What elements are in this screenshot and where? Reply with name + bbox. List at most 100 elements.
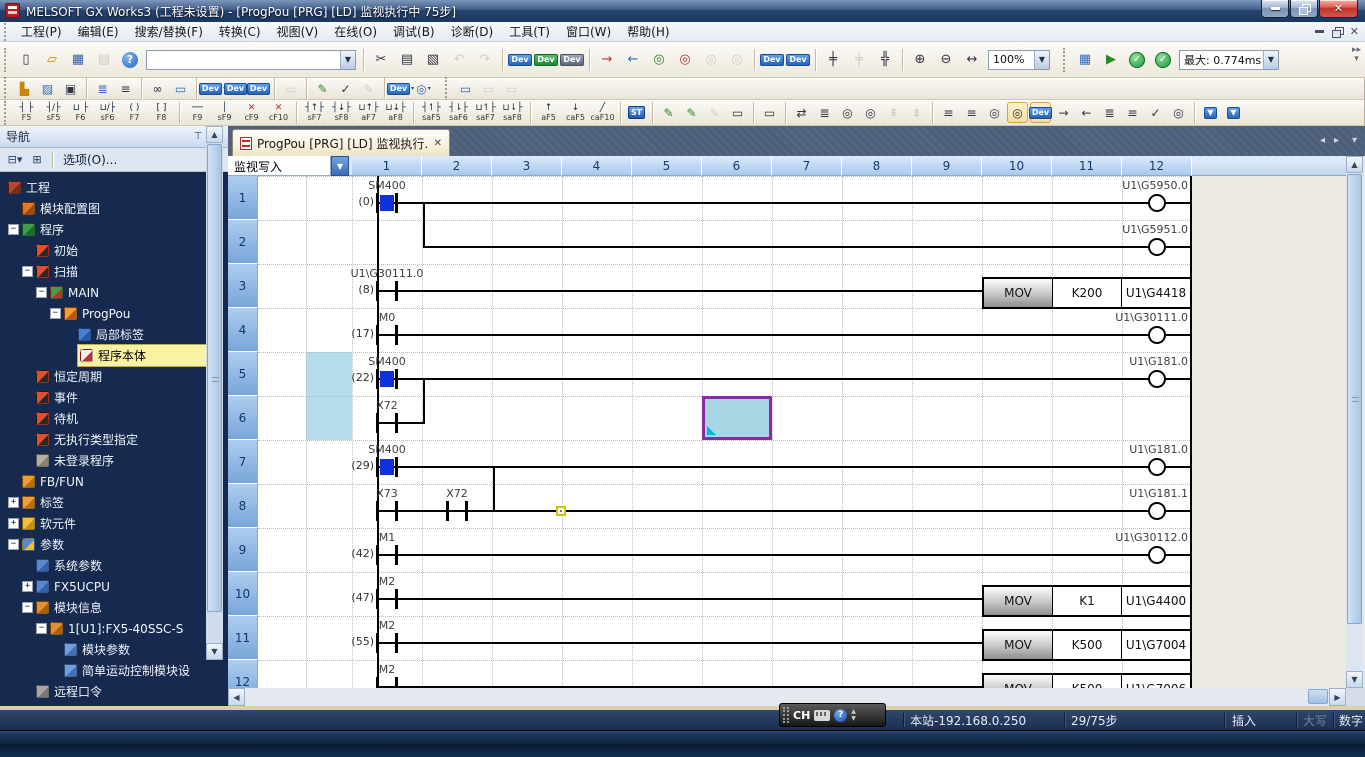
ime-options-icon[interactable]: ▲▼ bbox=[851, 708, 856, 722]
find-replace-device-icon[interactable]: ◎ bbox=[984, 102, 1005, 123]
contact-M2[interactable] bbox=[376, 633, 398, 653]
ime-help-icon[interactable]: ? bbox=[834, 709, 847, 722]
find-result-window-icon[interactable]: ▭ bbox=[170, 79, 191, 99]
contact-X73[interactable] bbox=[376, 501, 398, 521]
restore-button[interactable] bbox=[1290, 0, 1318, 18]
tree-expander-icon[interactable]: − bbox=[8, 539, 19, 550]
menu-9[interactable]: 工具(T) bbox=[501, 24, 558, 40]
edit-instruction-icon[interactable]: ✎ bbox=[704, 102, 725, 123]
help-icon[interactable]: ? bbox=[118, 48, 142, 72]
module-configuration-icon[interactable]: ▨ bbox=[37, 79, 58, 99]
insert-row-icon[interactable]: ⇞ bbox=[883, 102, 904, 123]
tab-scroll-right-icon[interactable]: ▸ bbox=[1334, 135, 1339, 146]
docking-window-2-icon[interactable]: ▭ bbox=[478, 79, 499, 99]
tree-expand-icon[interactable]: ⊞ bbox=[26, 150, 48, 170]
coil-U1\G30112.0[interactable] bbox=[1148, 546, 1166, 564]
instruction-box-MOV[interactable]: MOVK1U1\G4400 bbox=[982, 585, 1192, 617]
ladder-insert-mode-icon[interactable]: ╪ bbox=[847, 48, 871, 72]
selection-cursor[interactable] bbox=[702, 396, 772, 440]
tree-item-pou[interactable]: −ProgPou bbox=[0, 303, 228, 324]
menu-4[interactable]: 转换(C) bbox=[211, 24, 269, 40]
ladder-delete-h-line-button[interactable]: ✕cF9 bbox=[239, 101, 264, 125]
tree-expander-icon[interactable]: + bbox=[8, 518, 19, 529]
find-icon[interactable]: ∞ bbox=[147, 79, 168, 99]
scan-time-combo-arrow-icon[interactable]: ▼ bbox=[1263, 51, 1278, 69]
scroll-down-icon[interactable]: ▼ bbox=[1346, 671, 1363, 688]
ladder-h-line-button[interactable]: ──F9 bbox=[185, 101, 210, 125]
tree-item-label[interactable]: +标签 bbox=[0, 492, 228, 513]
window-disabled-icon[interactable]: ▭ bbox=[280, 79, 301, 99]
toolbar-overflow-icon[interactable]: ▸▸▾ bbox=[1352, 46, 1361, 64]
instruction-box-MOV[interactable]: MOVK200U1\G4418 bbox=[982, 277, 1192, 309]
tree-item-device[interactable]: +软元件 bbox=[0, 513, 228, 534]
ladder-result-invert-button[interactable]: ╱caF10 bbox=[590, 101, 615, 125]
tree-item-prog-group[interactable]: 恒定周期 bbox=[0, 366, 228, 387]
statement-navigation-icon[interactable]: ≡ bbox=[938, 102, 959, 123]
device-monitor-2-icon[interactable]: Dev bbox=[786, 48, 810, 72]
tab-scroll-left-icon[interactable]: ◂ bbox=[1320, 135, 1325, 146]
read-from-plc-icon[interactable]: Dev bbox=[534, 48, 558, 72]
zoom-combo[interactable]: 100%▼ bbox=[988, 50, 1050, 70]
monitor-cancel-icon[interactable]: ◎ bbox=[725, 48, 749, 72]
row-number-cell[interactable]: 3 bbox=[228, 264, 258, 308]
tree-item-prog-group[interactable]: 事件 bbox=[0, 387, 228, 408]
scroll-left-icon[interactable]: ◀ bbox=[228, 688, 245, 706]
coil-U1\G5950.0[interactable] bbox=[1148, 194, 1166, 212]
device-comment-icon[interactable]: Dev▾ bbox=[202, 79, 223, 99]
tree-item-main[interactable]: −MAIN bbox=[0, 282, 228, 303]
ladder-close-contact-button[interactable]: ┤/├sF5 bbox=[41, 101, 66, 125]
keyboard-icon[interactable] bbox=[814, 710, 830, 721]
run-monitor-icon[interactable]: ▶ bbox=[1099, 48, 1123, 72]
ime-drag-handle[interactable] bbox=[783, 707, 789, 723]
zoom-combo-arrow-icon[interactable]: ▼ bbox=[1034, 51, 1049, 69]
tree-expander-icon[interactable]: − bbox=[8, 224, 19, 235]
ladder-rising-branch-button[interactable]: ⊔↑├aF7 bbox=[356, 101, 381, 125]
delete-row-icon[interactable]: ⇟ bbox=[906, 102, 927, 123]
quick-access-combo[interactable]: ▼ bbox=[146, 50, 356, 70]
print-icon[interactable]: ▤ bbox=[92, 48, 116, 72]
coil-U1\G30111.0[interactable] bbox=[1148, 326, 1166, 344]
ladder-rising-neg-branch-button[interactable]: ⊔↿├saF7 bbox=[473, 101, 498, 125]
monitor-on-editor-icon[interactable]: ◎ bbox=[1007, 102, 1028, 123]
watch-window-icon[interactable]: ▦ bbox=[1073, 48, 1097, 72]
monitor-stop-icon[interactable]: ◎ bbox=[673, 48, 697, 72]
ladder-falling-neg-branch-button[interactable]: ⊔⇂├saF8 bbox=[500, 101, 525, 125]
row-number-cell[interactable]: 4 bbox=[228, 308, 258, 352]
tree-expander-icon[interactable]: − bbox=[22, 266, 33, 277]
v-scroll-thumb[interactable] bbox=[1347, 174, 1362, 624]
menu-6[interactable]: 在线(O) bbox=[326, 24, 385, 40]
write-to-plc-icon[interactable]: Dev bbox=[508, 48, 532, 72]
tree-item-module-info[interactable]: −模块信息 bbox=[0, 597, 228, 618]
ladder-falling-contact-button[interactable]: ┤↓├sF8 bbox=[329, 101, 354, 125]
mdi-minimize-button[interactable] bbox=[1315, 30, 1324, 33]
ladder-block-edit-icon[interactable]: ╬ bbox=[873, 48, 897, 72]
label-list-icon[interactable]: ≡ bbox=[115, 79, 136, 99]
row-number-cell[interactable]: 10 bbox=[228, 572, 258, 616]
tree-collapse-icon[interactable]: ⊟▾ bbox=[4, 150, 26, 170]
program-check-icon[interactable]: ✓ bbox=[1145, 102, 1166, 123]
zoom-in-icon[interactable]: ⊕ bbox=[908, 48, 932, 72]
ladder-coil-button[interactable]: ( )F7 bbox=[122, 101, 147, 125]
tree-item-module-config[interactable]: 模块配置图 bbox=[0, 198, 228, 219]
tree-scroll-thumb[interactable] bbox=[207, 144, 222, 612]
copy-icon[interactable]: ▤ bbox=[395, 48, 419, 72]
menu-3[interactable]: 搜索/替换(F) bbox=[127, 24, 211, 40]
tree-item-module-param[interactable]: 简单运动控制模块设 bbox=[0, 660, 228, 681]
io-assignment-edit-icon[interactable]: ✎ bbox=[312, 79, 333, 99]
row-number-cell[interactable]: 1 bbox=[228, 176, 258, 220]
row-number-cell[interactable]: 9 bbox=[228, 528, 258, 572]
tree-expander-icon[interactable]: − bbox=[36, 623, 47, 634]
edit-coil-comment-icon[interactable]: ✎ bbox=[681, 102, 702, 123]
contact-SM400[interactable] bbox=[376, 193, 398, 213]
mdi-close-button[interactable]: ✕ bbox=[1350, 25, 1359, 38]
scroll-up-icon[interactable]: ▲ bbox=[1346, 156, 1363, 173]
tree-item-prog-body[interactable]: 程序本体 bbox=[0, 345, 228, 366]
tree-item-prog-group[interactable]: 初始 bbox=[0, 240, 228, 261]
tab-close-icon[interactable]: ✕ bbox=[434, 138, 442, 149]
contact-M1[interactable] bbox=[376, 545, 398, 565]
close-button[interactable]: ✕ bbox=[1319, 0, 1358, 18]
contact-X72[interactable] bbox=[446, 501, 468, 521]
edit-contact-comment-icon[interactable]: ✎ bbox=[658, 102, 679, 123]
tree-item-prog-group[interactable]: 无执行类型指定 bbox=[0, 429, 228, 450]
ladder-edit-mode-icon[interactable]: ╪ bbox=[821, 48, 845, 72]
